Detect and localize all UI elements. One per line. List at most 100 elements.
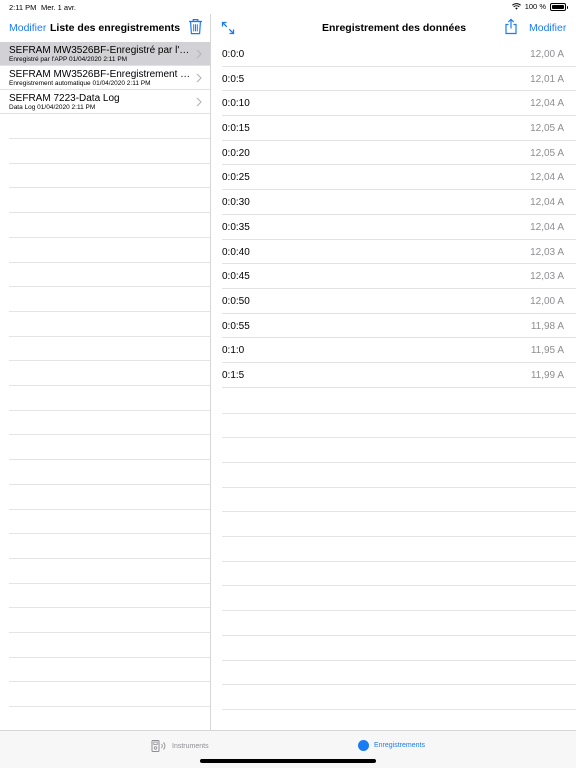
separator-line	[9, 632, 210, 633]
data-row[interactable]: 0:0:0 12,00 A	[222, 42, 576, 67]
data-row[interactable]: 0:0:25 12,04 A	[222, 165, 576, 191]
separator-line	[222, 536, 576, 537]
data-row[interactable]: 0:0:10 12,04 A	[222, 91, 576, 117]
separator-line	[9, 385, 210, 386]
tab-recordings-label: Enregistrements	[374, 742, 425, 749]
data-row-value: 12,04 A	[530, 197, 564, 209]
separator-line	[222, 511, 576, 513]
separator-line	[9, 236, 210, 238]
data-row[interactable]: 0:1:5 11,99 A	[222, 363, 576, 388]
separator-line	[222, 684, 576, 686]
data-row[interactable]: 0:0:15 12,05 A	[222, 116, 576, 141]
recording-subtitle: Data Log 01/04/2020 2:11 PM	[9, 104, 96, 111]
separator-line	[9, 310, 210, 312]
sidebar-header: Modifier Liste des enregistrements	[0, 14, 210, 42]
data-row[interactable]: 0:0:40 12,03 A	[222, 240, 576, 265]
separator-line	[9, 557, 210, 559]
separator-line	[9, 212, 210, 214]
separator-line	[222, 560, 576, 562]
trash-icon[interactable]	[188, 18, 203, 35]
separator-line	[9, 582, 210, 584]
status-bar: 2:11 PM Mer. 1 avr. 100 %	[0, 0, 576, 14]
data-row[interactable]: 0:0:55 11,98 A	[222, 314, 576, 339]
separator-line	[9, 162, 210, 164]
data-row[interactable]: 0:0:35 12,04 A	[222, 215, 576, 240]
data-row-value: 12,05 A	[530, 147, 564, 159]
separator-line	[9, 187, 210, 189]
recording-item[interactable]: SEFRAM 7223-Data Log Data Log 01/04/2020…	[0, 90, 210, 114]
separator-line	[9, 656, 210, 658]
data-row[interactable]: 0:0:45 12,03 A	[222, 264, 576, 289]
share-icon[interactable]	[504, 18, 518, 35]
detail-title: Enregistrement des données	[321, 22, 467, 34]
separator-line	[9, 681, 210, 683]
detail-header: Enregistrement des données Modifier	[212, 14, 576, 42]
instrument-icon	[151, 740, 166, 752]
separator-line	[9, 508, 210, 510]
separator-line	[222, 412, 576, 414]
data-row-value: 12,03 A	[530, 271, 564, 283]
data-row-value: 12,05 A	[530, 123, 564, 135]
data-row[interactable]: 0:0:50 12,00 A	[222, 289, 576, 314]
recording-item[interactable]: SEFRAM MW3526BF-Enregistrement au... Enr…	[0, 66, 210, 90]
chevron-right-icon	[196, 49, 202, 59]
wifi-icon	[511, 3, 521, 10]
data-row[interactable]: 0:0:20 12,05 A	[222, 141, 576, 166]
separator-line	[222, 437, 576, 439]
battery-icon	[550, 2, 568, 11]
data-row-value: 12,00 A	[530, 295, 564, 307]
separator-line	[9, 533, 210, 535]
tab-instruments[interactable]: Instruments	[151, 740, 209, 752]
tab-recordings[interactable]: Enregistrements	[358, 740, 425, 751]
separator-line	[222, 585, 576, 587]
data-table: 0:0:0 12,00 A 0:0:5 12,01 A 0:0:10 12,04 A 0:0…	[212, 42, 576, 388]
separator-line	[9, 261, 210, 263]
separator-line	[222, 461, 576, 463]
sidebar-title: Liste des enregistrements	[50, 22, 181, 34]
data-row-time: 0:0:25	[222, 172, 250, 184]
data-row-value: 12,01 A	[530, 73, 564, 85]
data-row[interactable]: 0:0:5 12,01 A	[222, 67, 576, 92]
data-row-time: 0:0:45	[222, 271, 250, 283]
data-row-time: 0:0:55	[222, 320, 250, 332]
data-row-time: 0:0:40	[222, 246, 250, 258]
separator-line	[222, 659, 576, 661]
separator-line	[222, 610, 576, 612]
data-row-value: 12,03 A	[530, 246, 564, 258]
data-row-time: 0:0:10	[222, 98, 250, 110]
home-indicator	[200, 759, 376, 763]
recordings-sidebar: Modifier Liste des enregistrements SEFRA…	[0, 14, 211, 730]
status-right: 100 %	[511, 2, 568, 11]
separator-line	[9, 335, 210, 337]
data-row-time: 0:0:5	[222, 73, 245, 85]
sidebar-edit-button[interactable]: Modifier	[9, 22, 46, 34]
tab-instruments-label: Instruments	[172, 742, 209, 750]
separator-line	[9, 607, 210, 609]
separator-line	[222, 486, 576, 488]
data-row-time: 0:0:50	[222, 295, 250, 307]
data-row[interactable]: 0:0:30 12,04 A	[222, 190, 576, 215]
separator-line	[9, 138, 210, 139]
separator-line	[9, 483, 210, 485]
recording-subtitle: Enregistré par l'APP 01/04/2020 2:11 PM	[9, 56, 128, 63]
data-row-time: 0:0:20	[222, 147, 250, 159]
recording-item[interactable]: SEFRAM MW3526BF-Enregistré par l'APP Enr…	[0, 42, 210, 66]
data-row-time: 0:0:35	[222, 221, 250, 233]
separator-line	[9, 459, 210, 461]
recording-subtitle: Enregistrement automatique 01/04/2020 2:…	[9, 80, 151, 87]
data-row-value: 12,04 A	[530, 221, 564, 233]
recording-name: SEFRAM MW3526BF-Enregistré par l'APP	[9, 45, 194, 56]
data-row[interactable]: 0:1:0 11,95 A	[222, 338, 576, 363]
data-row-time: 0:0:30	[222, 197, 250, 209]
status-time: 2:11 PM	[9, 3, 37, 12]
detail-edit-button[interactable]: Modifier	[529, 22, 566, 34]
data-row-value: 11,98 A	[530, 320, 564, 332]
data-row-value: 11,99 A	[530, 369, 564, 381]
recordings-list: SEFRAM MW3526BF-Enregistré par l'APP Enr…	[0, 42, 210, 114]
data-row-value: 12,04 A	[530, 172, 564, 184]
separator-line	[9, 434, 210, 436]
battery-percent: 100 %	[524, 2, 546, 11]
data-row-time: 0:1:0	[222, 345, 245, 357]
data-row-value: 11,95 A	[530, 345, 564, 357]
data-row-value: 12,00 A	[530, 49, 564, 60]
